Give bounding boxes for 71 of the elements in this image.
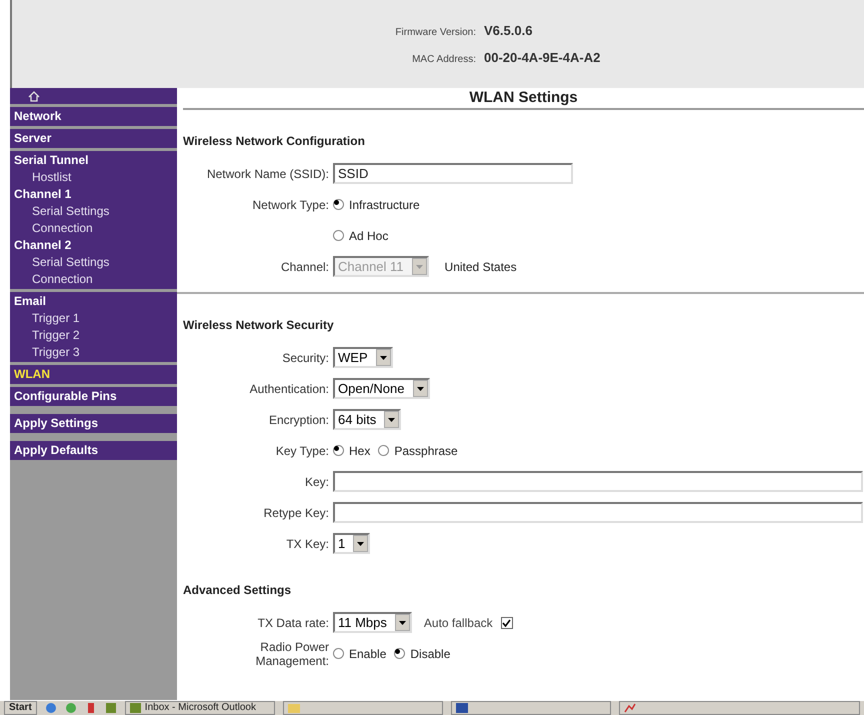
radio-button[interactable] bbox=[333, 230, 344, 241]
radio-button[interactable] bbox=[333, 199, 344, 210]
radio-button[interactable] bbox=[333, 648, 344, 659]
field-label: Radio Power Management: bbox=[254, 640, 329, 668]
section-heading: Wireless Network Configuration bbox=[183, 133, 365, 150]
window-icon bbox=[130, 703, 141, 713]
taskbar-button[interactable]: Inbox - Microsoft Outlook bbox=[124, 701, 275, 715]
sidebar-link[interactable]: Channel 2 bbox=[10, 237, 72, 254]
firmware-version: V6.5.0.6 bbox=[484, 22, 534, 40]
dropdown[interactable]: 1 bbox=[333, 533, 370, 554]
dropdown[interactable]: Open/None bbox=[333, 378, 430, 399]
input-field[interactable]: SSID bbox=[333, 163, 573, 184]
start-button[interactable]: Start bbox=[4, 701, 37, 715]
mac-address: 00-20-4A-9E-4A-A2 bbox=[484, 49, 602, 67]
field-label: Network Name (SSID): bbox=[206, 166, 329, 182]
sidebar-link[interactable]: Trigger 1 bbox=[10, 310, 80, 327]
dropdown[interactable]: 11 Mbps bbox=[333, 612, 412, 633]
caret-icon bbox=[357, 542, 364, 546]
option-label: Ad Hoc bbox=[349, 228, 388, 244]
folder-icon bbox=[288, 703, 300, 713]
sidebar-link[interactable]: Serial Tunnel bbox=[10, 152, 88, 169]
dropdown[interactable]: 64 bits bbox=[333, 409, 402, 430]
field-label: Authentication: bbox=[250, 380, 329, 398]
caret-icon bbox=[416, 386, 424, 390]
option-label: Infrastructure bbox=[349, 196, 420, 214]
field-label: Key Type: bbox=[276, 442, 329, 460]
mac-label: MAC Address: bbox=[412, 53, 476, 67]
section-heading: Advanced Settings bbox=[183, 582, 292, 599]
window-icon[interactable] bbox=[104, 702, 117, 714]
input-field[interactable] bbox=[333, 471, 863, 492]
firmware-label: Firmware Version: bbox=[395, 26, 476, 40]
sidebar-link[interactable]: Hostlist bbox=[10, 169, 72, 186]
radio-button[interactable] bbox=[394, 648, 406, 659]
caret-icon bbox=[388, 418, 396, 422]
field-label: Key: bbox=[304, 474, 329, 490]
field-label: TX Data rate: bbox=[258, 614, 329, 632]
option-label: Disable bbox=[410, 646, 450, 662]
taskbar-button[interactable] bbox=[282, 701, 443, 715]
sidebar-link[interactable]: Serial Settings bbox=[10, 203, 110, 220]
page-title: WLAN Settings bbox=[469, 88, 578, 108]
radio-button[interactable] bbox=[378, 445, 390, 456]
field-label: Encryption: bbox=[268, 412, 329, 428]
option-label: Hex bbox=[349, 442, 370, 460]
checkbox[interactable] bbox=[500, 616, 513, 628]
field-label: Retype Key: bbox=[264, 504, 329, 522]
sidebar-link[interactable]: Channel 1 bbox=[10, 186, 72, 203]
field-label: Security: bbox=[282, 350, 329, 366]
field-label: Network Type: bbox=[252, 196, 329, 214]
chart-icon bbox=[624, 703, 636, 713]
sidebar-link[interactable]: Connection bbox=[10, 220, 93, 237]
sidebar-link[interactable]: Email bbox=[10, 293, 46, 310]
caret-icon bbox=[416, 264, 423, 268]
field-label: TX Key: bbox=[286, 536, 329, 552]
taskbar-button[interactable] bbox=[618, 701, 860, 715]
input-field[interactable] bbox=[333, 502, 863, 523]
taskbar-button[interactable] bbox=[450, 701, 611, 715]
radio-button[interactable] bbox=[333, 445, 344, 456]
checkbox-label: Auto fallback bbox=[424, 614, 493, 632]
section-heading: Wireless Network Security bbox=[183, 317, 334, 334]
sidebar-link[interactable]: Connection bbox=[10, 271, 93, 288]
option-label: Enable bbox=[349, 646, 386, 662]
sidebar-link[interactable]: Trigger 2 bbox=[10, 327, 80, 344]
sidebar-link[interactable]: Serial Settings bbox=[10, 254, 110, 271]
sidebar-link[interactable]: Trigger 3 bbox=[10, 344, 80, 361]
caret-icon bbox=[380, 356, 387, 360]
caret-icon bbox=[398, 620, 406, 624]
home-icon[interactable] bbox=[28, 90, 40, 102]
field-label: Channel: bbox=[280, 258, 329, 276]
region-label: United States bbox=[444, 258, 517, 276]
dropdown[interactable]: WEP bbox=[333, 347, 393, 368]
option-label: Passphrase bbox=[394, 442, 458, 460]
